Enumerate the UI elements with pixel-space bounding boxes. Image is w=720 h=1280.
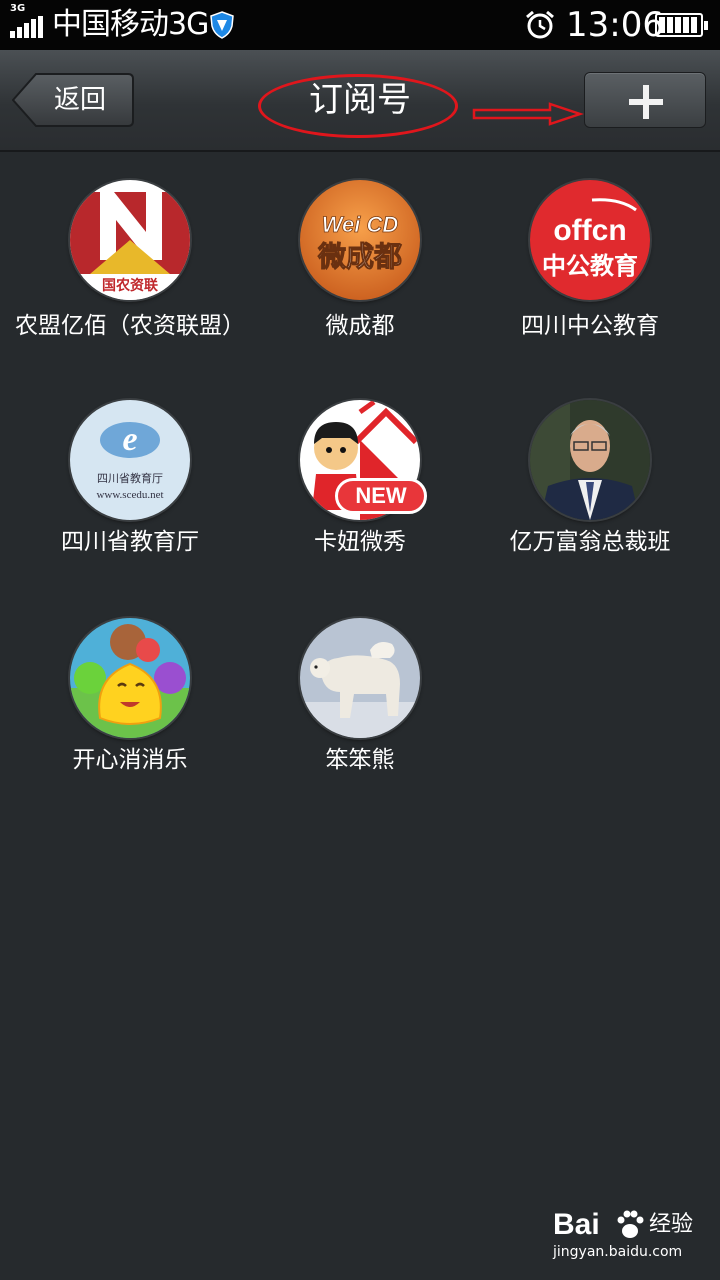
status-bar: 3G 中国移动3G 13:06 <box>0 0 720 50</box>
account-tile[interactable]: e 四川省教育厅 www.scedu.net 四川省教育厅 <box>15 400 245 570</box>
svg-text:国农资联: 国农资联 <box>102 277 159 294</box>
logo-subtext: 中公教育 <box>542 252 638 280</box>
carrier-name: 中国移动3G <box>52 7 209 42</box>
account-tile[interactable]: 国农资联 农盟亿佰（农资联盟） <box>15 180 245 370</box>
signal-icon <box>10 16 44 38</box>
account-name: 农盟亿佰（农资联盟） <box>15 313 245 339</box>
account-name: 笨笨熊 <box>325 747 395 773</box>
account-tile[interactable]: NEW 卡妞微秀 <box>245 400 475 570</box>
account-tile[interactable]: 开心消消乐 <box>15 618 245 788</box>
logo-text: offcn <box>553 214 626 247</box>
account-name: 四川省教育厅 <box>61 529 199 555</box>
baidu-jingyan-watermark: Bai 经验 jingyan.baidu.com <box>553 1205 703 1265</box>
weichengdu-logo-icon: Wei CD 微成都 <box>300 180 420 300</box>
back-button[interactable]: 返回 <box>12 72 134 128</box>
account-name: 四川中公教育 <box>521 313 659 339</box>
account-tile[interactable]: offcn 中公教育 四川中公教育 <box>475 180 705 370</box>
title-bar: 返回 订阅号 <box>0 50 720 152</box>
add-subscription-button[interactable] <box>584 72 706 128</box>
offcn-logo-icon: offcn 中公教育 <box>530 180 650 300</box>
new-badge: NEW <box>335 478 427 514</box>
account-name: 亿万富翁总裁班 <box>509 529 671 555</box>
shield-icon <box>210 11 234 39</box>
account-tile[interactable]: 亿万富翁总裁班 <box>475 400 705 570</box>
happy-match-game-logo-icon <box>70 618 190 738</box>
account-name: 开心消消乐 <box>72 747 188 773</box>
svg-text:e: e <box>122 421 137 458</box>
sichuan-education-logo-icon: e 四川省教育厅 www.scedu.net <box>70 400 190 520</box>
account-name: 卡妞微秀 <box>314 529 406 555</box>
account-tile[interactable]: Wei CD 微成都 微成都 <box>245 180 475 370</box>
portrait-photo-icon <box>530 400 650 520</box>
logo-text: Wei CD <box>322 212 399 237</box>
alarm-icon <box>526 10 554 39</box>
account-name: 微成都 <box>325 313 395 339</box>
watermark-url: jingyan.baidu.com <box>553 1244 683 1260</box>
nongmeng-logo-icon: 国农资联 <box>70 180 190 300</box>
logo-subtext: www.scedu.net <box>96 489 163 501</box>
logo-text: 四川省教育厅 <box>97 471 163 485</box>
polar-bear-photo-icon <box>300 618 420 738</box>
page-title: 订阅号 <box>309 80 411 120</box>
annotation-arrow-icon <box>472 102 584 126</box>
paw-icon <box>617 1210 644 1238</box>
watermark-brand: Bai <box>553 1208 600 1241</box>
battery-icon <box>655 13 708 37</box>
watermark-brand-cn: 经验 <box>649 1212 694 1237</box>
back-label: 返回 <box>54 85 107 115</box>
logo-subtext: 微成都 <box>317 240 402 273</box>
clock: 13:06 <box>566 5 664 45</box>
network-type: 3G <box>10 3 26 14</box>
account-tile[interactable]: 笨笨熊 <box>245 618 475 788</box>
